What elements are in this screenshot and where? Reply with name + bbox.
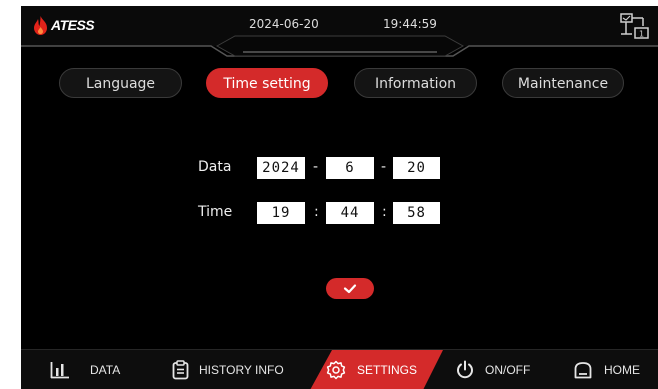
confirm-check-icon [343, 284, 357, 294]
brand-logo: ATESS [33, 15, 95, 35]
nav-data[interactable]: DATA [50, 350, 120, 389]
time-hour-field[interactable]: 19 [257, 202, 305, 224]
confirm-button[interactable] [326, 278, 374, 299]
power-icon [457, 360, 473, 379]
nav-history-info[interactable]: HISTORY INFO [172, 350, 284, 389]
nav-history-info-label: HISTORY INFO [199, 363, 284, 377]
tab-language[interactable]: Language [59, 68, 182, 98]
nav-settings[interactable]: SETTINGS [326, 350, 417, 389]
device-screen: ATESS 2024-06-20 19:44:59 1 Language Tim… [21, 6, 658, 389]
clipboard-icon [172, 360, 189, 380]
time-second-field[interactable]: 58 [393, 202, 440, 224]
date-month-field[interactable]: 6 [326, 157, 374, 179]
header-bar: ATESS 2024-06-20 19:44:59 1 [21, 6, 658, 46]
nav-home[interactable]: HOME [573, 350, 640, 389]
tab-maintenance[interactable]: Maintenance [502, 68, 624, 98]
date-separator: - [313, 159, 319, 175]
brand-name: ATESS [51, 17, 95, 33]
header-time: 19:44:59 [383, 17, 437, 31]
gear-icon [326, 360, 346, 380]
tab-information[interactable]: Information [354, 68, 477, 98]
network-icon-badge: 1 [639, 30, 644, 39]
time-separator: : [314, 204, 319, 220]
tab-time-setting[interactable]: Time setting [206, 68, 328, 98]
time-label: Time [198, 204, 233, 220]
flame-logo-icon [34, 15, 47, 35]
nav-on-off[interactable]: ON/OFF [455, 350, 530, 389]
header-date: 2024-06-20 [249, 17, 319, 31]
bottom-nav: DATA HISTORY INFO SETTINGS ON/OFF HOME [21, 349, 658, 389]
date-year-field[interactable]: 2024 [257, 157, 305, 179]
date-label: Data [198, 159, 232, 175]
network-icon[interactable]: 1 [619, 12, 651, 40]
bar-chart-icon [50, 362, 69, 379]
time-minute-field[interactable]: 44 [326, 202, 374, 224]
date-separator: - [381, 159, 387, 175]
time-separator: : [382, 204, 387, 220]
nav-settings-label: SETTINGS [357, 363, 418, 377]
nav-on-off-label: ON/OFF [485, 363, 531, 377]
nav-home-label: HOME [604, 363, 640, 377]
home-icon [574, 362, 592, 379]
date-day-field[interactable]: 20 [393, 157, 440, 179]
nav-data-label: DATA [90, 363, 121, 377]
